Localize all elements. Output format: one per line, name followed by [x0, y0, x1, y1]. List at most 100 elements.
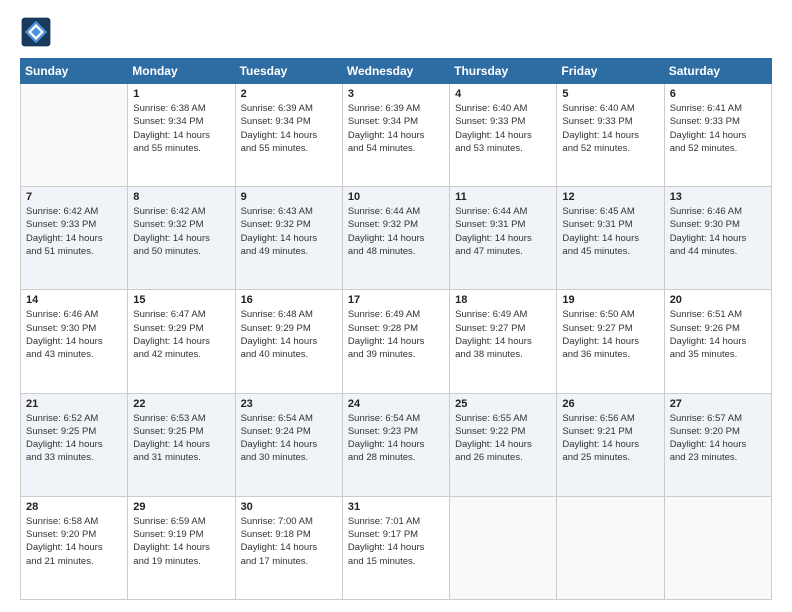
day-number: 27 [670, 398, 766, 410]
calendar-row: 1 Sunrise: 6:38 AM Sunset: 9:34 PM Daylig… [21, 84, 772, 187]
logo [20, 16, 56, 48]
calendar-body: 1 Sunrise: 6:38 AM Sunset: 9:34 PM Daylig… [21, 84, 772, 600]
day-number: 8 [133, 191, 229, 203]
day-number: 29 [133, 501, 229, 513]
calendar-cell: 3 Sunrise: 6:39 AM Sunset: 9:34 PM Daylig… [342, 84, 449, 187]
day-info: Sunrise: 6:55 AM Sunset: 9:22 PM Dayligh… [455, 412, 551, 465]
day-info: Sunrise: 6:45 AM Sunset: 9:31 PM Dayligh… [562, 205, 658, 258]
weekday-header-row: SundayMondayTuesdayWednesdayThursdayFrid… [21, 59, 772, 84]
calendar-row: 21 Sunrise: 6:52 AM Sunset: 9:25 PM Dayli… [21, 393, 772, 496]
weekday-header-cell: Monday [128, 59, 235, 84]
day-number: 16 [241, 294, 337, 306]
day-info: Sunrise: 7:00 AM Sunset: 9:18 PM Dayligh… [241, 515, 337, 568]
day-number: 22 [133, 398, 229, 410]
weekday-header-cell: Thursday [450, 59, 557, 84]
day-number: 31 [348, 501, 444, 513]
day-info: Sunrise: 6:44 AM Sunset: 9:32 PM Dayligh… [348, 205, 444, 258]
calendar-table: SundayMondayTuesdayWednesdayThursdayFrid… [20, 58, 772, 600]
day-info: Sunrise: 6:40 AM Sunset: 9:33 PM Dayligh… [455, 102, 551, 155]
day-number: 17 [348, 294, 444, 306]
calendar-cell: 12 Sunrise: 6:45 AM Sunset: 9:31 PM Dayli… [557, 187, 664, 290]
calendar-cell: 14 Sunrise: 6:46 AM Sunset: 9:30 PM Dayli… [21, 290, 128, 393]
weekday-header-cell: Wednesday [342, 59, 449, 84]
calendar-cell: 27Sunrise: 6:57 AM Sunset: 9:20 PM Dayli… [664, 393, 771, 496]
calendar-cell: 5 Sunrise: 6:40 AM Sunset: 9:33 PM Daylig… [557, 84, 664, 187]
day-info: Sunrise: 6:58 AM Sunset: 9:20 PM Dayligh… [26, 515, 122, 568]
day-info: Sunrise: 6:51 AM Sunset: 9:26 PM Dayligh… [670, 308, 766, 361]
day-number: 6 [670, 88, 766, 100]
calendar-cell: 18Sunrise: 6:49 AM Sunset: 9:27 PM Dayli… [450, 290, 557, 393]
day-number: 21 [26, 398, 122, 410]
calendar-cell: 11 Sunrise: 6:44 AM Sunset: 9:31 PM Dayli… [450, 187, 557, 290]
day-number: 26 [562, 398, 658, 410]
day-number: 1 [133, 88, 229, 100]
calendar-cell: 31 Sunrise: 7:01 AM Sunset: 9:17 PM Dayli… [342, 496, 449, 599]
day-number: 10 [348, 191, 444, 203]
day-info: Sunrise: 6:47 AM Sunset: 9:29 PM Dayligh… [133, 308, 229, 361]
calendar-cell: 19Sunrise: 6:50 AM Sunset: 9:27 PM Dayli… [557, 290, 664, 393]
calendar-cell: 26 Sunrise: 6:56 AM Sunset: 9:21 PM Dayli… [557, 393, 664, 496]
calendar-cell: 1 Sunrise: 6:38 AM Sunset: 9:34 PM Daylig… [128, 84, 235, 187]
logo-icon [20, 16, 52, 48]
calendar-cell: 2 Sunrise: 6:39 AM Sunset: 9:34 PM Daylig… [235, 84, 342, 187]
day-number: 30 [241, 501, 337, 513]
weekday-header-cell: Friday [557, 59, 664, 84]
day-info: Sunrise: 6:54 AM Sunset: 9:23 PM Dayligh… [348, 412, 444, 465]
header [20, 16, 772, 48]
calendar-cell: 23 Sunrise: 6:54 AM Sunset: 9:24 PM Dayli… [235, 393, 342, 496]
calendar-cell: 13 Sunrise: 6:46 AM Sunset: 9:30 PM Dayli… [664, 187, 771, 290]
calendar-cell: 10 Sunrise: 6:44 AM Sunset: 9:32 PM Dayli… [342, 187, 449, 290]
day-info: Sunrise: 6:59 AM Sunset: 9:19 PM Dayligh… [133, 515, 229, 568]
day-number: 24 [348, 398, 444, 410]
day-number: 9 [241, 191, 337, 203]
day-number: 11 [455, 191, 551, 203]
calendar-cell [21, 84, 128, 187]
day-info: Sunrise: 6:56 AM Sunset: 9:21 PM Dayligh… [562, 412, 658, 465]
day-info: Sunrise: 6:46 AM Sunset: 9:30 PM Dayligh… [26, 308, 122, 361]
day-info: Sunrise: 6:40 AM Sunset: 9:33 PM Dayligh… [562, 102, 658, 155]
day-number: 23 [241, 398, 337, 410]
day-info: Sunrise: 6:42 AM Sunset: 9:32 PM Dayligh… [133, 205, 229, 258]
calendar-cell: 6 Sunrise: 6:41 AM Sunset: 9:33 PM Daylig… [664, 84, 771, 187]
day-number: 20 [670, 294, 766, 306]
day-info: Sunrise: 6:52 AM Sunset: 9:25 PM Dayligh… [26, 412, 122, 465]
day-info: Sunrise: 6:38 AM Sunset: 9:34 PM Dayligh… [133, 102, 229, 155]
day-info: Sunrise: 6:49 AM Sunset: 9:28 PM Dayligh… [348, 308, 444, 361]
day-info: Sunrise: 6:46 AM Sunset: 9:30 PM Dayligh… [670, 205, 766, 258]
day-info: Sunrise: 6:54 AM Sunset: 9:24 PM Dayligh… [241, 412, 337, 465]
calendar-cell: 21 Sunrise: 6:52 AM Sunset: 9:25 PM Dayli… [21, 393, 128, 496]
calendar-cell: 22 Sunrise: 6:53 AM Sunset: 9:25 PM Dayli… [128, 393, 235, 496]
calendar-cell: 8 Sunrise: 6:42 AM Sunset: 9:32 PM Daylig… [128, 187, 235, 290]
day-number: 28 [26, 501, 122, 513]
day-info: Sunrise: 6:44 AM Sunset: 9:31 PM Dayligh… [455, 205, 551, 258]
calendar-row: 7Sunrise: 6:42 AM Sunset: 9:33 PM Daylig… [21, 187, 772, 290]
day-number: 12 [562, 191, 658, 203]
calendar-cell: 15Sunrise: 6:47 AM Sunset: 9:29 PM Dayli… [128, 290, 235, 393]
calendar-cell [557, 496, 664, 599]
day-number: 5 [562, 88, 658, 100]
calendar-cell [664, 496, 771, 599]
day-info: Sunrise: 6:42 AM Sunset: 9:33 PM Dayligh… [26, 205, 122, 258]
calendar-cell: 25Sunrise: 6:55 AM Sunset: 9:22 PM Dayli… [450, 393, 557, 496]
calendar-cell: 24 Sunrise: 6:54 AM Sunset: 9:23 PM Dayli… [342, 393, 449, 496]
calendar-row: 28 Sunrise: 6:58 AM Sunset: 9:20 PM Dayli… [21, 496, 772, 599]
day-number: 3 [348, 88, 444, 100]
calendar-cell: 7Sunrise: 6:42 AM Sunset: 9:33 PM Daylig… [21, 187, 128, 290]
day-info: Sunrise: 6:39 AM Sunset: 9:34 PM Dayligh… [348, 102, 444, 155]
day-number: 18 [455, 294, 551, 306]
day-info: Sunrise: 6:41 AM Sunset: 9:33 PM Dayligh… [670, 102, 766, 155]
page: SundayMondayTuesdayWednesdayThursdayFrid… [0, 0, 792, 612]
weekday-header-cell: Sunday [21, 59, 128, 84]
day-info: Sunrise: 6:39 AM Sunset: 9:34 PM Dayligh… [241, 102, 337, 155]
calendar-cell: 30 Sunrise: 7:00 AM Sunset: 9:18 PM Dayli… [235, 496, 342, 599]
day-info: Sunrise: 7:01 AM Sunset: 9:17 PM Dayligh… [348, 515, 444, 568]
day-number: 2 [241, 88, 337, 100]
calendar-cell: 9Sunrise: 6:43 AM Sunset: 9:32 PM Daylig… [235, 187, 342, 290]
calendar-cell: 4Sunrise: 6:40 AM Sunset: 9:33 PM Daylig… [450, 84, 557, 187]
calendar-cell: 16Sunrise: 6:48 AM Sunset: 9:29 PM Dayli… [235, 290, 342, 393]
day-number: 14 [26, 294, 122, 306]
calendar-cell: 20 Sunrise: 6:51 AM Sunset: 9:26 PM Dayli… [664, 290, 771, 393]
day-number: 19 [562, 294, 658, 306]
day-info: Sunrise: 6:53 AM Sunset: 9:25 PM Dayligh… [133, 412, 229, 465]
day-number: 13 [670, 191, 766, 203]
